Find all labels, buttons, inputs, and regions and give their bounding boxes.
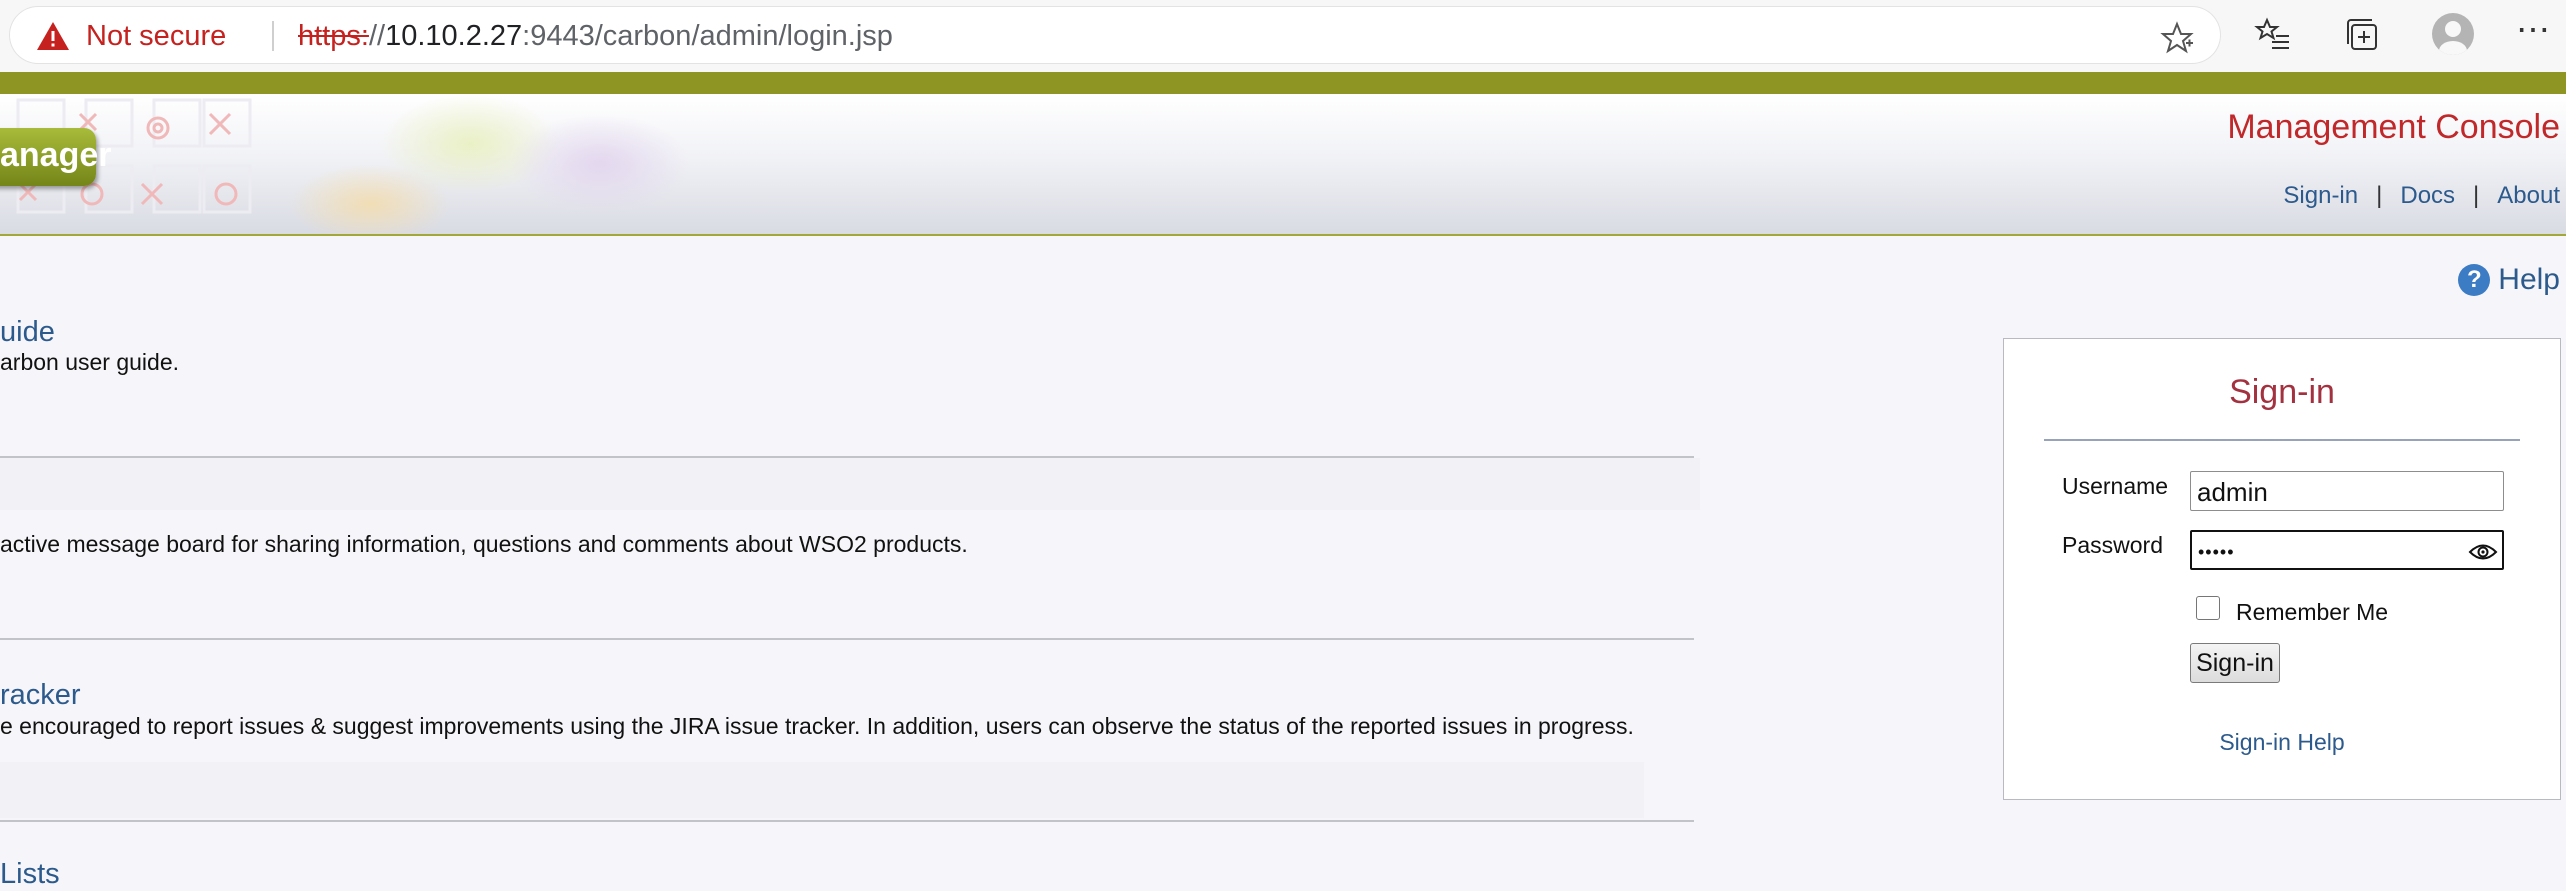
favorites-list-icon[interactable] <box>2254 16 2292 54</box>
section-text-user-guide: arbon user guide. <box>0 349 180 375</box>
more-menu-icon[interactable]: ⋯ <box>2516 10 2552 50</box>
nav-signin-link[interactable]: Sign-in <box>2283 182 2358 209</box>
signin-button[interactable]: Sign-in <box>2190 643 2280 683</box>
username-label: Username <box>2062 473 2169 499</box>
section-title-user-guide[interactable]: uide <box>0 316 55 349</box>
section-title-mailing-lists[interactable]: Lists <box>0 858 60 891</box>
url-host: 10.10.2.27 <box>385 20 523 52</box>
header-decoration <box>16 94 690 234</box>
section-divider <box>0 638 1694 640</box>
warning-icon <box>37 22 69 50</box>
url-protocol: https: <box>298 20 369 52</box>
password-label: Password <box>2062 532 2163 558</box>
section-divider <box>0 820 1694 822</box>
profile-avatar-icon[interactable] <box>2432 13 2474 55</box>
help-link[interactable]: ? Help <box>2458 263 2560 297</box>
nav-docs-link[interactable]: Docs <box>2400 182 2455 209</box>
remember-me-checkbox[interactable] <box>2196 596 2220 620</box>
nav-separator: | <box>2473 182 2480 209</box>
url-slashes: // <box>368 20 386 52</box>
page-header: anager Management Console Sign-in | Docs | A… <box>0 94 2566 236</box>
header-nav: Sign-in | Docs | About <box>2283 182 2560 210</box>
section-text-forum: active message board for sharing informa… <box>0 531 968 557</box>
browser-toolbar: Not secure https://10.10.2.27:9443/carbo… <box>0 0 2566 72</box>
login-divider <box>2044 439 2520 441</box>
signin-help-link[interactable]: Sign-in Help <box>2004 729 2560 756</box>
logo-text: anager <box>0 136 112 174</box>
address-bar[interactable]: Not secure https://10.10.2.27:9443/carbo… <box>10 7 2220 63</box>
nav-about-link[interactable]: About <box>2497 182 2560 209</box>
console-title: Management Console <box>2227 108 2560 146</box>
section-header-band <box>0 458 1700 510</box>
password-input[interactable]: ••••• <box>2190 530 2504 570</box>
section-footer-band <box>0 762 1644 818</box>
top-accent-bar <box>0 72 2566 94</box>
url-path: :9443/carbon/admin/login.jsp <box>522 20 893 52</box>
help-label: Help <box>2498 263 2560 296</box>
login-title: Sign-in <box>2229 373 2335 411</box>
security-status[interactable]: Not secure <box>86 21 226 51</box>
section-text-issue-tracker: e encouraged to report issues & suggest … <box>0 713 1634 739</box>
collections-icon[interactable] <box>2344 16 2382 54</box>
section-title-issue-tracker[interactable]: racker <box>0 679 81 712</box>
favorite-star-icon[interactable] <box>2160 21 2194 55</box>
nav-separator: | <box>2376 182 2383 209</box>
remember-me-label[interactable]: Remember Me <box>2236 599 2388 626</box>
show-password-eye-icon[interactable] <box>2468 541 2498 563</box>
login-panel: Sign-in Username admin Password ••••• Re… <box>2003 338 2561 800</box>
username-input[interactable]: admin <box>2190 471 2504 511</box>
address-separator <box>272 21 274 51</box>
help-icon: ? <box>2458 264 2491 296</box>
url-text[interactable]: https://10.10.2.27:9443/carbon/admin/log… <box>298 21 893 51</box>
